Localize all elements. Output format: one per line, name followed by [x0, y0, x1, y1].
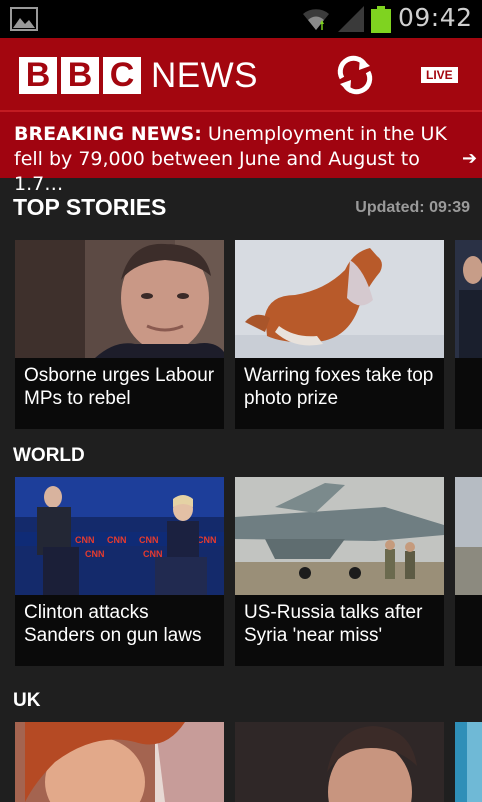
- story-card[interactable]: Warring foxes take top photo prize: [235, 240, 444, 429]
- story-image-jet: [235, 477, 444, 595]
- story-card[interactable]: [235, 722, 444, 802]
- story-card[interactable]: US-Russia talks after Syria 'near miss': [235, 477, 444, 666]
- battery-icon: [371, 6, 391, 33]
- refresh-icon[interactable]: [334, 54, 376, 96]
- story-image-partial: [455, 477, 482, 595]
- bbc-news-logo[interactable]: B B C NEWS: [19, 56, 258, 94]
- story-headline: Warring foxes take top photo prize: [244, 365, 434, 409]
- story-image-foxes: [235, 240, 444, 358]
- story-card[interactable]: CNN CNN CNN CNN CNN CNN Clinton attacks …: [15, 477, 224, 666]
- story-image-uk-woman: [15, 722, 224, 802]
- debate-screen-cnn: CNN: [197, 535, 217, 545]
- signal-icon: [338, 6, 364, 32]
- section-title-world: WORLD: [13, 445, 85, 466]
- logo-letter-b2: B: [61, 56, 99, 94]
- status-time: 09:42: [398, 3, 473, 32]
- debate-screen-cnn: CNN: [107, 535, 127, 545]
- story-card-partial[interactable]: [455, 722, 482, 802]
- debate-screen-cnn: CNN: [75, 535, 95, 545]
- debate-screen-cnn: CNN: [139, 535, 159, 545]
- breaking-news-text: BREAKING NEWS: Unemployment in the UK fe…: [14, 122, 454, 197]
- logo-news-word: NEWS: [151, 55, 258, 95]
- story-card[interactable]: [15, 722, 224, 802]
- story-image-partial: [455, 722, 482, 802]
- debate-screen-cnn: CNN: [85, 549, 105, 559]
- story-headline: US-Russia talks after Syria 'near miss': [244, 602, 423, 646]
- updated-timestamp: Updated: 09:39: [355, 199, 470, 216]
- story-headline: Osborne urges Labour MPs to rebel: [24, 365, 215, 409]
- story-image-uk-osborne: [235, 722, 444, 802]
- logo-letter-c: C: [103, 56, 141, 94]
- story-image-osborne: [15, 240, 224, 358]
- section-title-uk: UK: [13, 690, 41, 711]
- story-headline: Clinton attacks Sanders on gun laws: [24, 602, 202, 646]
- story-image-debate: CNN CNN CNN CNN CNN CNN: [15, 477, 224, 595]
- breaking-news-prefix: BREAKING NEWS:: [14, 123, 202, 145]
- story-card-partial[interactable]: [455, 477, 482, 666]
- story-image-partial: [455, 240, 482, 358]
- story-card[interactable]: Osborne urges Labour MPs to rebel: [15, 240, 224, 429]
- status-bar: 09:42: [0, 0, 482, 38]
- arrow-right-icon[interactable]: ➔: [462, 148, 477, 169]
- image-notification-icon: [10, 7, 38, 31]
- app-header: B B C NEWS LIVE: [0, 38, 482, 110]
- live-button[interactable]: LIVE: [421, 67, 458, 83]
- wifi-icon: [303, 9, 329, 31]
- logo-letter-b1: B: [19, 56, 57, 94]
- story-card-partial[interactable]: [455, 240, 482, 429]
- section-title-top-stories: TOP STORIES: [13, 194, 167, 220]
- breaking-news-banner[interactable]: BREAKING NEWS: Unemployment in the UK fe…: [0, 110, 482, 195]
